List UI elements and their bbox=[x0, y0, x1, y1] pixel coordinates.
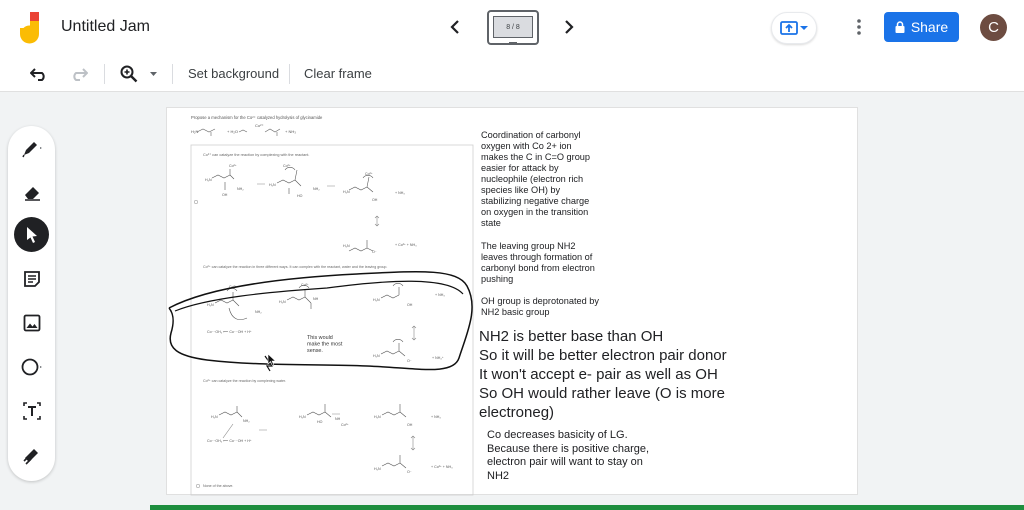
text-note-cobalt-effect[interactable]: Co decreases basicity of LG. Because the… bbox=[487, 429, 687, 483]
toolbar-divider bbox=[172, 64, 173, 84]
undo-button[interactable] bbox=[28, 63, 50, 85]
share-label: Share bbox=[910, 19, 949, 35]
frame-counter: 8 / 8 bbox=[493, 16, 533, 38]
laser-tool[interactable] bbox=[14, 438, 49, 473]
jam-canvas[interactable]: Propose a mechanism for the Co²⁺ catalyz… bbox=[166, 107, 858, 496]
toolbar-divider bbox=[289, 64, 290, 84]
sticky-note-icon bbox=[23, 270, 40, 287]
zoom-button[interactable] bbox=[118, 63, 140, 85]
chevron-down-icon bbox=[509, 40, 517, 43]
chevron-right-icon bbox=[565, 20, 574, 34]
undo-icon bbox=[30, 68, 45, 81]
laser-icon bbox=[22, 448, 38, 465]
tool-sidebar bbox=[8, 126, 55, 481]
redo-button[interactable] bbox=[68, 63, 90, 85]
pen-icon bbox=[21, 141, 42, 157]
zoom-in-icon bbox=[120, 65, 138, 83]
lock-icon bbox=[895, 21, 905, 33]
document-title[interactable]: Untitled Jam bbox=[61, 18, 150, 36]
text-note-coordination[interactable]: Coordination of carbonyl oxygen with Co … bbox=[481, 130, 611, 229]
set-background-button[interactable]: Set background bbox=[188, 66, 279, 81]
redo-icon bbox=[73, 68, 88, 81]
next-frame-button[interactable] bbox=[558, 16, 580, 38]
caret-down-icon bbox=[149, 71, 157, 76]
eraser-icon bbox=[24, 186, 40, 201]
image-icon bbox=[23, 314, 40, 331]
circle-icon bbox=[21, 358, 42, 375]
sticky-note-tool[interactable] bbox=[14, 261, 49, 296]
eraser-tool[interactable] bbox=[14, 174, 49, 209]
jamboard-logo bbox=[20, 12, 39, 44]
previous-frame-button[interactable] bbox=[444, 16, 466, 38]
top-bar: Untitled Jam 8 / 8 Share C bbox=[0, 0, 1024, 56]
jamboard-app: Untitled Jam 8 / 8 Share C Set backgroun… bbox=[0, 0, 1024, 510]
frame-bar-toggle[interactable]: 8 / 8 bbox=[487, 10, 539, 45]
progress-strip bbox=[150, 505, 1024, 510]
user-avatar[interactable]: C bbox=[980, 14, 1007, 41]
pen-tool[interactable] bbox=[14, 130, 49, 165]
textbox-tool[interactable] bbox=[14, 393, 49, 428]
clear-frame-button[interactable]: Clear frame bbox=[304, 66, 372, 81]
shape-tool[interactable] bbox=[14, 349, 49, 384]
text-note-leaving-group[interactable]: The leaving group NH2 leaves through for… bbox=[481, 241, 611, 285]
edit-toolbar: Set background Clear frame bbox=[0, 56, 1024, 92]
toolbar-divider bbox=[104, 64, 105, 84]
present-icon bbox=[780, 21, 798, 35]
more-options-button[interactable] bbox=[849, 16, 869, 38]
mouse-cursor-icon bbox=[267, 353, 277, 367]
image-tool[interactable] bbox=[14, 305, 49, 340]
select-tool[interactable] bbox=[14, 217, 49, 252]
zoom-menu-button[interactable] bbox=[146, 63, 160, 85]
text-note-deprotonation[interactable]: OH group is deprotonated by NH2 basic gr… bbox=[481, 296, 621, 318]
more-vert-icon bbox=[857, 19, 861, 35]
share-button[interactable]: Share bbox=[884, 12, 959, 42]
caret-down-icon bbox=[800, 26, 808, 30]
text-note-basicity[interactable]: NH2 is better base than OH So it will be… bbox=[479, 327, 749, 422]
present-button[interactable] bbox=[771, 12, 817, 44]
textbox-icon bbox=[22, 401, 41, 420]
chevron-left-icon bbox=[450, 20, 459, 34]
select-icon bbox=[26, 226, 37, 243]
